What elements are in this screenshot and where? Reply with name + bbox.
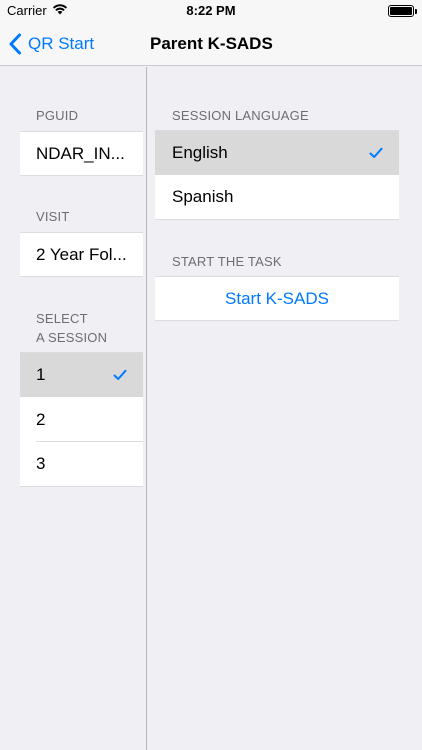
session-header-line2: A SESSION (36, 330, 108, 345)
pguid-cell[interactable]: NDAR_IN... (20, 131, 143, 176)
status-bar: Carrier 8:22 PM (0, 0, 422, 22)
language-row-english[interactable]: English (155, 130, 399, 175)
pguid-header: PGUID (36, 108, 79, 123)
status-time: 8:22 PM (186, 3, 236, 18)
visit-cell[interactable]: 2 Year Fol... (20, 232, 143, 277)
language-header: SESSION LANGUAGE (172, 108, 309, 123)
session-row-1[interactable]: 1 (20, 352, 143, 397)
visit-header: VISIT (36, 209, 70, 224)
pguid-value: NDAR_IN... (36, 143, 125, 163)
checkmark-icon (369, 147, 383, 158)
session-label-3: 3 (36, 454, 46, 473)
battery-icon (388, 5, 414, 17)
language-row-spanish[interactable]: Spanish (155, 175, 399, 220)
session-label-2: 2 (36, 409, 46, 429)
language-label-spanish: Spanish (172, 187, 234, 206)
task-header: START THE TASK (172, 254, 282, 269)
session-label-1: 1 (36, 365, 46, 384)
start-ksads-label: Start K-SADS (225, 288, 329, 308)
navigation-bar: QR Start Parent K-SADS (0, 22, 422, 66)
start-ksads-button[interactable]: Start K-SADS (155, 276, 399, 321)
checkmark-icon (113, 369, 127, 380)
detail-column: SESSION LANGUAGE English Spanish START T… (147, 67, 422, 750)
back-button[interactable]: QR Start (8, 22, 94, 66)
back-button-label: QR Start (28, 34, 95, 53)
chevron-left-icon (9, 33, 21, 55)
language-label-english: English (172, 143, 228, 162)
page-title: Parent K-SADS (150, 34, 273, 53)
session-row-3[interactable]: 3 (20, 442, 143, 487)
session-header-line1: SELECT (36, 311, 88, 326)
session-row-2[interactable]: 2 (20, 397, 143, 442)
master-column: PGUID NDAR_IN... VISIT 2 Year Fol... SEL… (0, 67, 146, 750)
battery-tip (415, 9, 417, 14)
visit-value: 2 Year Fol... (36, 244, 127, 264)
